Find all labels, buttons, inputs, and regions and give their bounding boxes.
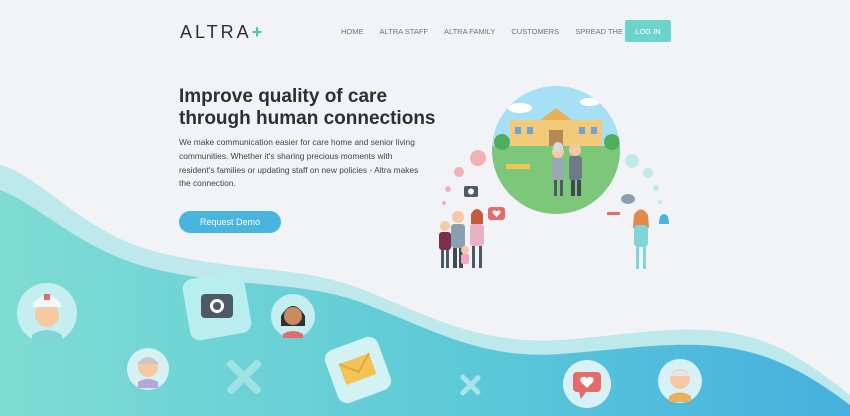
nurse-icon	[17, 283, 77, 343]
small-cross-icon	[460, 374, 481, 396]
chat-heart-icon	[563, 360, 611, 408]
camera-icon	[182, 271, 252, 341]
elderly-woman-icon	[127, 348, 169, 390]
cross-icon	[226, 359, 262, 395]
elderly-man-icon	[658, 359, 702, 403]
woman-avatar-icon	[271, 294, 315, 338]
floating-icons	[17, 271, 702, 408]
letter-icon	[324, 336, 392, 404]
